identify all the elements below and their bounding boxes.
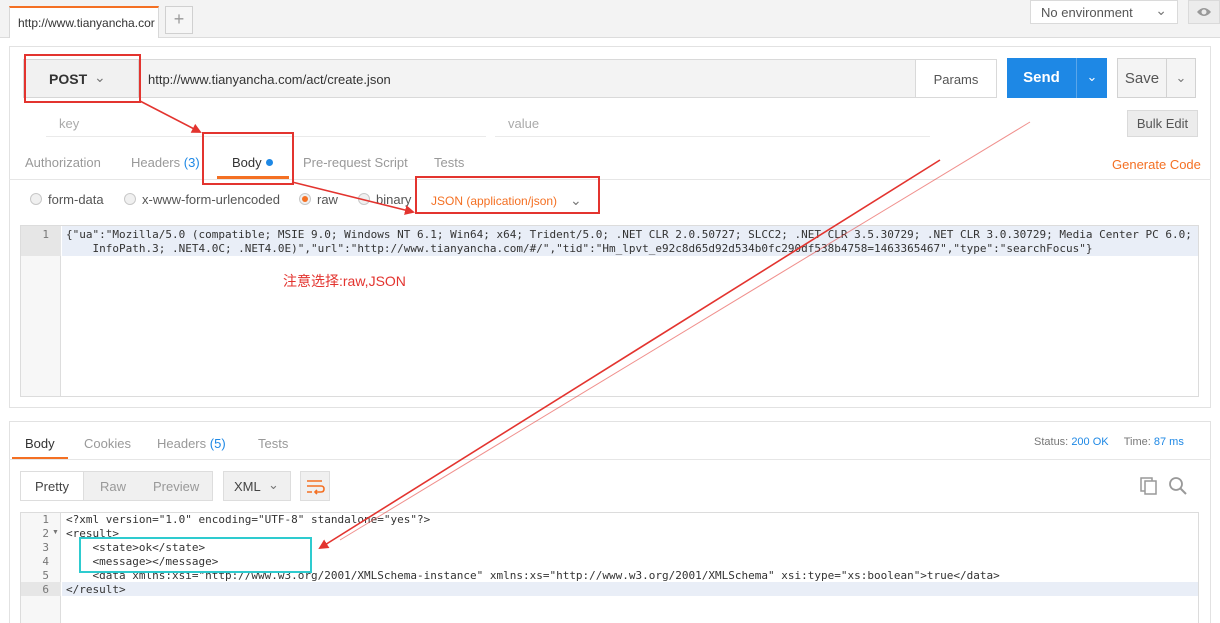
chevron-down-icon: ⌄: [1175, 70, 1187, 85]
tab-headers-label: Headers: [131, 155, 181, 170]
environment-label: No environment: [1041, 5, 1133, 20]
response-tab-headers-label: Headers: [157, 436, 207, 451]
line-number: 3: [42, 541, 49, 554]
active-line-highlight: [62, 582, 1198, 596]
body-mode-form-data[interactable]: form-data: [30, 192, 104, 207]
response-tab-body[interactable]: Body: [25, 436, 55, 451]
time-value: 87 ms: [1153, 436, 1184, 448]
chevron-down-icon: ⌄: [268, 477, 279, 492]
send-button[interactable]: Send: [1007, 58, 1076, 98]
annotation-box-content-type: [415, 176, 600, 214]
response-tab-headers[interactable]: Headers (5): [157, 436, 226, 451]
response-headers-count-badge: (5): [209, 436, 226, 451]
bulk-edit-button[interactable]: Bulk Edit: [1127, 110, 1198, 137]
status-label: Status:: [1034, 436, 1069, 448]
search-icon[interactable]: [1168, 476, 1188, 496]
line-number: 1: [42, 228, 49, 241]
annotation-box-method: [24, 54, 141, 103]
time-label: Time:: [1123, 436, 1151, 448]
body-mode-raw[interactable]: raw: [299, 192, 338, 207]
radio-icon: [358, 193, 370, 205]
body-mode-label: raw: [317, 192, 338, 207]
annotation-box-body-tab: [202, 132, 294, 185]
body-code-line-wrap: InfoPath.3; .NET4.0C; .NET4.0E)","url":"…: [66, 242, 1093, 255]
line-number: 1: [42, 513, 49, 526]
radio-icon: [30, 193, 42, 205]
body-mode-binary[interactable]: binary: [358, 192, 411, 207]
body-mode-label: form-data: [48, 192, 104, 207]
new-tab-button[interactable]: +: [165, 6, 193, 34]
chevron-down-icon: ⌄: [1155, 2, 1167, 18]
tab-authorization[interactable]: Authorization: [25, 155, 101, 170]
chevron-down-icon: ⌄: [1086, 69, 1098, 84]
body-mode-label: binary: [376, 192, 412, 207]
line-number: 2: [42, 527, 49, 540]
url-input[interactable]: http://www.tianyancha.com/act/create.jso…: [139, 59, 916, 98]
response-tab-tests[interactable]: Tests: [258, 436, 288, 451]
annotation-note: 注意选择:raw,JSON: [283, 273, 406, 289]
response-code-line: </result>: [66, 583, 126, 596]
send-dropdown-button[interactable]: ⌄: [1076, 58, 1107, 98]
radio-selected-icon: [299, 193, 311, 205]
divider: [9, 459, 1211, 460]
fold-arrow-icon[interactable]: ▼: [52, 529, 59, 536]
response-code-line: <?xml version="1.0" encoding="UTF-8" sta…: [66, 513, 431, 526]
environment-select[interactable]: No environment ⌄: [1030, 0, 1178, 24]
headers-count-badge: (3): [183, 155, 200, 170]
save-button[interactable]: Save: [1117, 58, 1167, 98]
body-mode-label: x-www-form-urlencoded: [142, 192, 280, 207]
generate-code-link[interactable]: Generate Code: [1112, 157, 1201, 172]
response-meta: Status: 200 OK Time: 87 ms: [1034, 436, 1184, 448]
status-value: 200 OK: [1071, 436, 1109, 448]
format-preview-button[interactable]: Preview: [153, 479, 199, 494]
radio-icon: [124, 193, 136, 205]
line-number: 5: [42, 569, 49, 582]
url-value: http://www.tianyancha.com/act/create.jso…: [148, 72, 391, 87]
body-code-line: {"ua":"Mozilla/5.0 (compatible; MSIE 9.0…: [66, 228, 1192, 241]
line-number: 6: [42, 583, 49, 596]
response-tab-cookies[interactable]: Cookies: [84, 436, 131, 451]
environment-quick-look-button[interactable]: [1188, 0, 1220, 24]
format-raw-button[interactable]: Raw: [100, 479, 126, 494]
tab-tests[interactable]: Tests: [434, 155, 464, 170]
request-tab-label: http://www.tianyancha.cor: [18, 16, 155, 30]
params-button[interactable]: Params: [915, 59, 997, 98]
tab-pre-request-script[interactable]: Pre-request Script: [303, 155, 408, 170]
format-pretty-button[interactable]: Pretty: [21, 472, 84, 500]
request-tab[interactable]: http://www.tianyancha.cor: [9, 6, 159, 38]
eye-icon: [1197, 8, 1211, 16]
annotation-box-result: [79, 537, 312, 573]
save-dropdown-button[interactable]: ⌄: [1166, 58, 1196, 98]
tab-headers[interactable]: Headers (3): [131, 155, 200, 170]
divider: [9, 179, 1211, 180]
line-number: 4: [42, 555, 49, 568]
wrap-lines-icon: [307, 480, 325, 495]
wrap-lines-button[interactable]: [300, 471, 330, 501]
language-select[interactable]: XML ⌄: [223, 471, 291, 501]
value-input[interactable]: value: [495, 109, 930, 137]
copy-icon[interactable]: [1139, 476, 1159, 496]
language-label: XML: [234, 479, 261, 494]
body-mode-urlencoded[interactable]: x-www-form-urlencoded: [124, 192, 280, 207]
